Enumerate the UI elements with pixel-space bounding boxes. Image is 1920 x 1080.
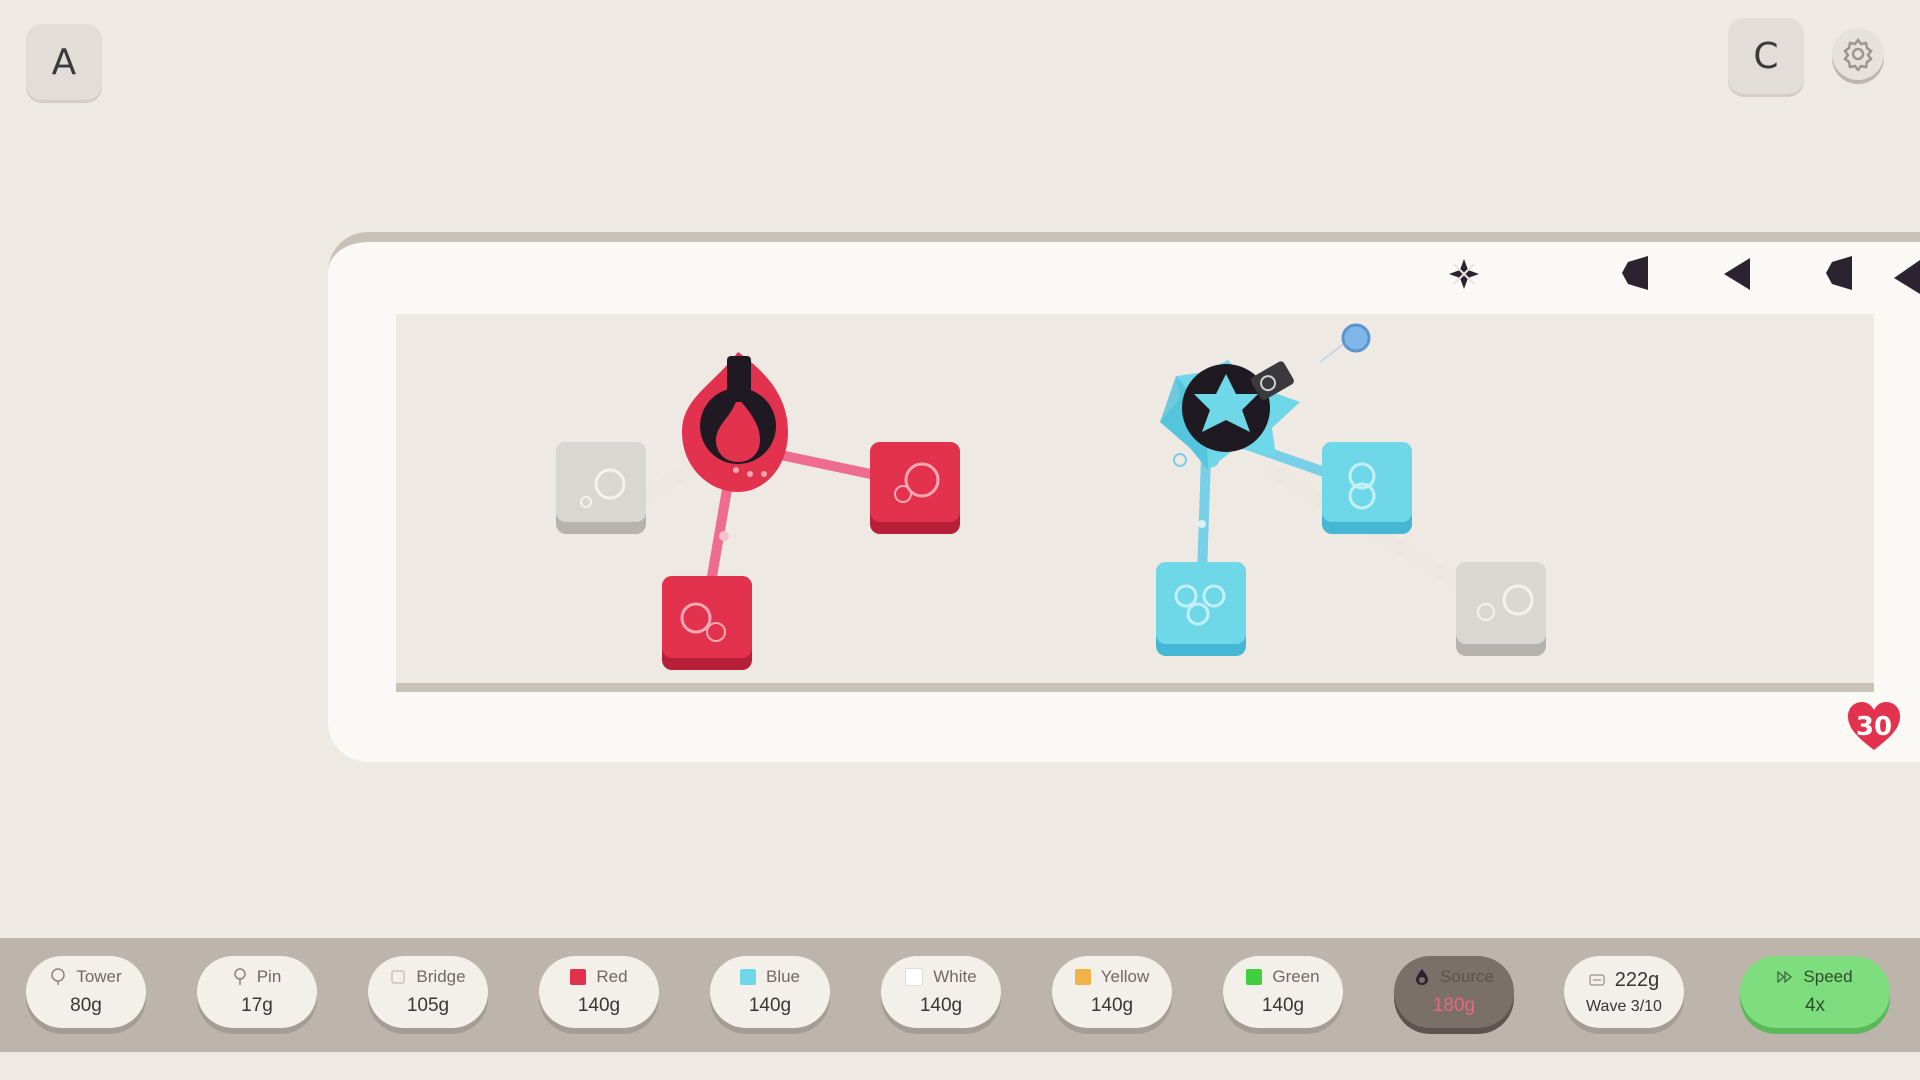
- enemy-triangle: [1894, 260, 1920, 294]
- speed-icon: [1777, 971, 1793, 983]
- green-block-button[interactable]: Green 140g: [1223, 956, 1343, 1028]
- red-block-button[interactable]: Red 140g: [539, 956, 659, 1028]
- enemy-pentagon: [1826, 256, 1852, 290]
- coin-icon: [1589, 974, 1605, 986]
- bridge-cost: 105g: [406, 995, 450, 1016]
- white-swatch-icon: [905, 968, 924, 986]
- white-block[interactable]: [1456, 562, 1546, 656]
- pin[interactable]: [719, 531, 729, 541]
- source-button[interactable]: Source 180g: [1394, 956, 1514, 1028]
- blue-block[interactable]: [1322, 442, 1412, 534]
- tower-icon: [51, 968, 66, 985]
- tower-label: Tower: [76, 967, 122, 986]
- wave-counter: Wave 3/10: [1586, 997, 1662, 1015]
- gold-wave-display: 222g Wave 3/10: [1564, 956, 1684, 1028]
- source-icon: [1416, 969, 1429, 985]
- bridge-label: Bridge: [416, 967, 466, 986]
- pin[interactable]: [1173, 453, 1187, 467]
- white-cost: 140g: [919, 995, 963, 1016]
- enemy-pentagon: [1622, 256, 1648, 290]
- blue-swatch-icon: [739, 969, 756, 985]
- yellow-cost: 140g: [1090, 995, 1134, 1016]
- green-label: Green: [1272, 967, 1320, 986]
- red-block[interactable]: [662, 576, 752, 670]
- tower-button[interactable]: Tower 80g: [26, 956, 146, 1028]
- red-cost: 140g: [577, 995, 621, 1016]
- bridge-icon: [391, 970, 406, 984]
- red-label: Red: [596, 967, 628, 986]
- enemy-triangle: [1724, 258, 1750, 290]
- blue-block[interactable]: [1156, 562, 1246, 656]
- projectile-trail: [1319, 341, 1347, 363]
- blue-block-button[interactable]: Blue 140g: [710, 956, 830, 1028]
- pin-cost: 17g: [241, 995, 273, 1016]
- blue-cost: 140g: [748, 995, 792, 1016]
- pin-icon: [233, 968, 246, 985]
- gold-amount: 222g: [1614, 968, 1660, 991]
- source-label: Source: [1440, 967, 1494, 986]
- speed-button[interactable]: Speed 4x: [1740, 956, 1890, 1028]
- white-block-button[interactable]: White 140g: [881, 956, 1001, 1028]
- game-field: [556, 256, 1920, 670]
- red-block[interactable]: [870, 442, 960, 534]
- connector-beam: [1197, 453, 1211, 579]
- enemy-star: [1449, 259, 1479, 289]
- pin-label: Pin: [256, 967, 282, 986]
- yellow-block-button[interactable]: Yellow 140g: [1052, 956, 1172, 1028]
- projectile: [1341, 323, 1371, 353]
- source-cost: 180g: [1432, 995, 1476, 1016]
- yellow-label: Yellow: [1100, 967, 1150, 986]
- bridge-button[interactable]: Bridge 105g: [368, 956, 488, 1028]
- yellow-swatch-icon: [1074, 969, 1091, 985]
- green-cost: 140g: [1261, 995, 1305, 1016]
- white-block[interactable]: [556, 442, 646, 534]
- pin-button[interactable]: Pin 17g: [197, 956, 317, 1028]
- blue-label: Blue: [765, 967, 801, 986]
- speed-label: Speed: [1803, 967, 1853, 986]
- speed-value: 4x: [1804, 995, 1826, 1016]
- lives-counter: 30: [1855, 712, 1893, 742]
- fire-tower[interactable]: [682, 352, 788, 492]
- tower-cost: 80g: [70, 995, 102, 1016]
- green-swatch-icon: [1246, 969, 1263, 985]
- white-label: White: [933, 967, 977, 986]
- pin[interactable]: [1198, 520, 1206, 528]
- red-swatch-icon: [570, 969, 587, 985]
